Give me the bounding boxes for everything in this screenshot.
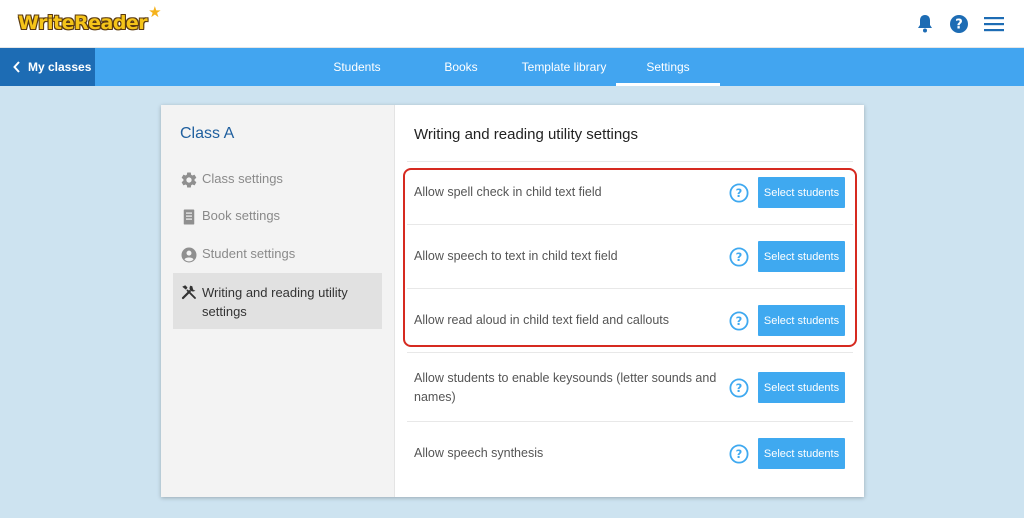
- setting-label-spell-check: Allow spell check in child text field: [414, 185, 602, 199]
- help-icon[interactable]: ?: [947, 12, 971, 36]
- sidebar-item-label: Book settings: [202, 208, 281, 223]
- divider: [407, 224, 853, 225]
- sidebar-item-label: Class settings: [202, 171, 283, 186]
- svg-text:?: ?: [736, 186, 743, 200]
- select-students-button[interactable]: Select students: [758, 438, 845, 469]
- writereader-logo[interactable]: WriteReader ★: [18, 4, 162, 36]
- tab-template-library[interactable]: Template library: [513, 48, 615, 86]
- divider: [407, 352, 853, 353]
- settings-sidebar: Class A Class settings Book settings Stu: [161, 105, 395, 497]
- my-classes-button[interactable]: My classes: [0, 48, 95, 86]
- logo-text: WriteReader: [18, 12, 148, 34]
- my-classes-label: My classes: [28, 60, 92, 74]
- svg-text:?: ?: [736, 447, 743, 461]
- svg-text:?: ?: [955, 18, 963, 33]
- tab-settings[interactable]: Settings: [616, 48, 720, 86]
- nav-bar: My classes Students Books Template libra…: [0, 48, 1024, 86]
- select-students-button[interactable]: Select students: [758, 372, 845, 403]
- divider: [407, 161, 853, 162]
- hamburger-menu-icon[interactable]: [982, 12, 1006, 36]
- sidebar-item-class-settings[interactable]: Class settings: [173, 171, 382, 189]
- select-students-button[interactable]: Select students: [758, 305, 845, 336]
- sidebar-item-label: Student settings: [202, 246, 296, 261]
- sidebar-item-book-settings[interactable]: Book settings: [173, 208, 382, 226]
- page-title: Writing and reading utility settings: [414, 126, 639, 143]
- sidebar-item-label: Writing and reading utility settings: [202, 285, 348, 319]
- question-circle-icon[interactable]: ?: [729, 311, 749, 331]
- bell-icon[interactable]: [913, 12, 937, 36]
- chevron-left-icon: [13, 61, 20, 73]
- setting-label-keysounds: Allow students to enable keysounds (lett…: [414, 371, 717, 404]
- select-students-button[interactable]: Select students: [758, 241, 845, 272]
- user-icon: [181, 247, 197, 263]
- sidebar-item-writing-reading-utility[interactable]: Writing and reading utility settings: [173, 273, 382, 329]
- class-title: Class A: [180, 125, 235, 142]
- sidebar-item-student-settings[interactable]: Student settings: [173, 246, 382, 264]
- select-students-button[interactable]: Select students: [758, 177, 845, 208]
- svg-text:?: ?: [736, 250, 743, 264]
- svg-text:?: ?: [736, 381, 743, 395]
- setting-label-speech-synthesis: Allow speech synthesis: [414, 446, 544, 460]
- star-icon: ★: [148, 4, 162, 21]
- svg-text:?: ?: [736, 314, 743, 328]
- setting-label-read-aloud: Allow read aloud in child text field and…: [414, 313, 670, 327]
- book-icon: [183, 209, 195, 225]
- settings-main-panel: Writing and reading utility settings All…: [395, 105, 864, 497]
- question-circle-icon[interactable]: ?: [729, 444, 749, 464]
- tab-books[interactable]: Books: [420, 48, 502, 86]
- top-header: WriteReader ★ ?: [0, 0, 1024, 48]
- tools-icon: [181, 285, 196, 300]
- question-circle-icon[interactable]: ?: [729, 247, 749, 267]
- gear-icon: [181, 172, 197, 188]
- divider: [407, 421, 853, 422]
- question-circle-icon[interactable]: ?: [729, 183, 749, 203]
- settings-card: Class A Class settings Book settings Stu: [161, 105, 864, 497]
- tab-students[interactable]: Students: [316, 48, 398, 86]
- divider: [407, 288, 853, 289]
- setting-label-speech-to-text: Allow speech to text in child text field: [414, 249, 618, 263]
- question-circle-icon[interactable]: ?: [729, 378, 749, 398]
